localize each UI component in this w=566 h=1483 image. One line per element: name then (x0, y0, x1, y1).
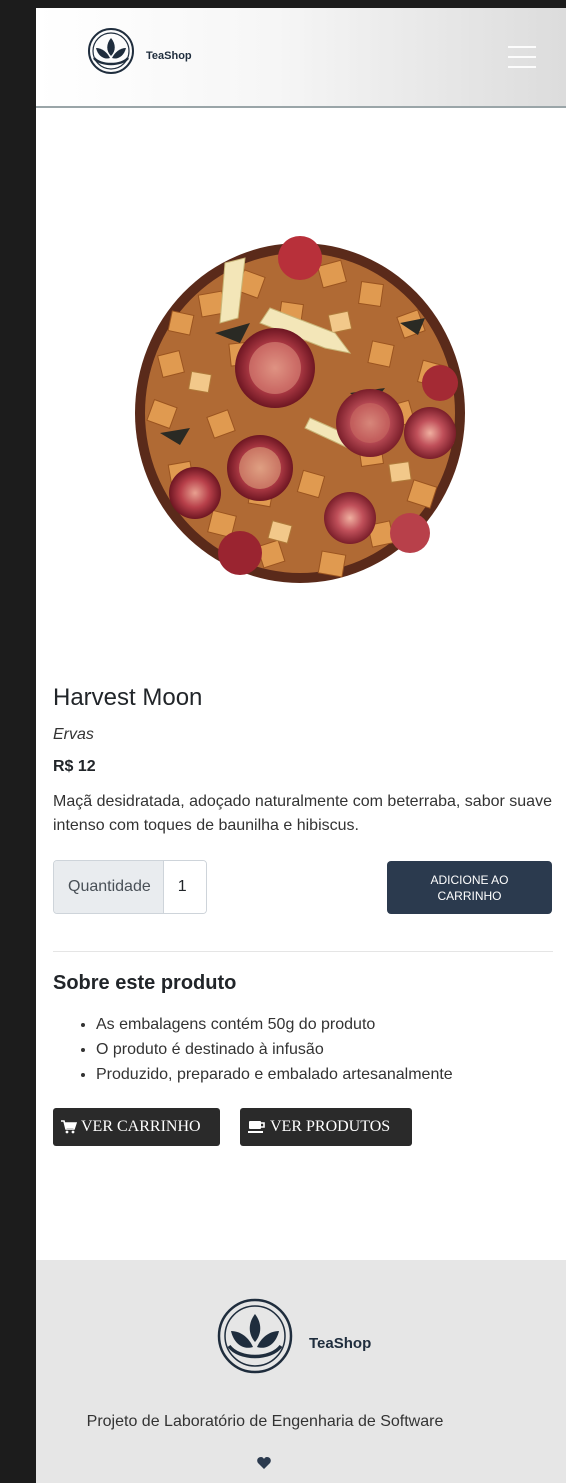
hamburger-icon[interactable] (508, 46, 536, 68)
page: TeaShop Harvest Moon Ervas R$ 12 Maçã de… (36, 8, 566, 1483)
shopping-cart-icon (61, 1120, 77, 1134)
product-price: R$ 12 (53, 758, 96, 775)
footer: TeaShop (36, 1260, 566, 1483)
footer-project-text: Projeto de Laboratório de Engenharia de … (86, 1413, 444, 1430)
about-list: As embalagens contém 50g do produto O pr… (96, 1012, 453, 1087)
about-title: Sobre este produto (53, 972, 237, 994)
footer-brand: TeaShop (211, 1296, 371, 1376)
view-cart-button[interactable]: VER CARRINHO (53, 1108, 220, 1146)
view-products-button[interactable]: VER PRODUTOS (240, 1108, 412, 1146)
product-title: Harvest Moon (53, 684, 203, 711)
tea-cup-icon (248, 1120, 266, 1134)
view-cart-label: VER CARRINHO (81, 1118, 201, 1135)
quantity-input[interactable] (163, 861, 206, 913)
footer-brand-name: TeaShop (309, 1334, 372, 1352)
teashop-logo-icon (88, 28, 134, 74)
quantity-group: Quantidade (53, 860, 207, 914)
teashop-logo-icon (217, 1298, 293, 1374)
navbar: TeaShop (36, 8, 566, 108)
brand-name: TeaShop (146, 50, 192, 62)
list-item: O produto é destinado à infusão (96, 1037, 453, 1062)
view-products-label: VER PRODUTOS (270, 1118, 391, 1135)
add-to-cart-button[interactable]: ADICIONE AO CARRINHO (387, 861, 552, 914)
brand-logo-link[interactable]: TeaShop (82, 26, 192, 76)
product-image (135, 236, 465, 583)
product-category: Ervas (53, 726, 94, 743)
list-item: As embalagens contém 50g do produto (96, 1012, 453, 1037)
quantity-label: Quantidade (54, 861, 164, 913)
divider (53, 951, 553, 952)
heart-icon (257, 1456, 271, 1474)
product-description: Maçã desidratada, adoçado naturalmente c… (53, 793, 552, 834)
list-item: Produzido, preparado e embalado artesana… (96, 1062, 453, 1087)
